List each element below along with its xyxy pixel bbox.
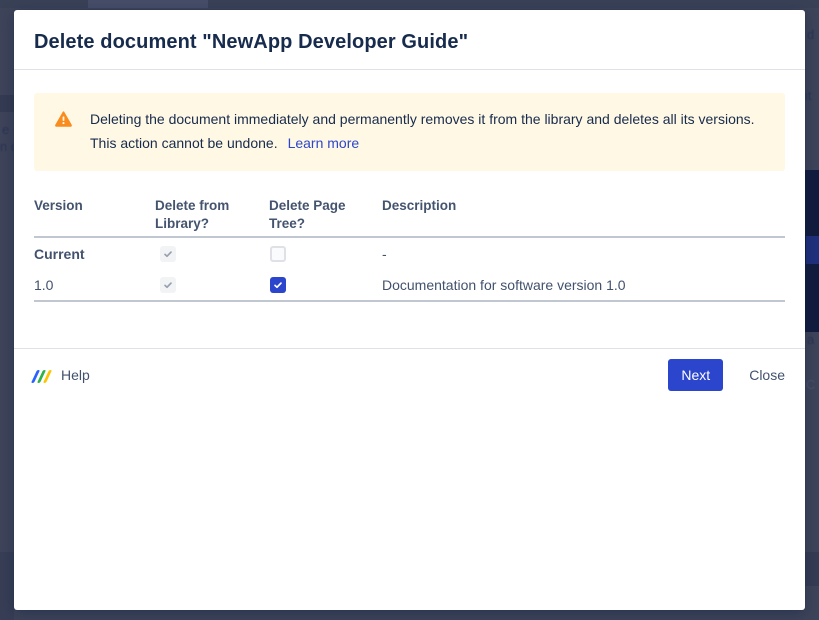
version-cell: 1.0: [34, 277, 155, 293]
description-cell: -: [382, 246, 785, 262]
table-body: Current - 1.0: [34, 238, 785, 302]
delete-from-library-checkbox: [160, 277, 176, 293]
help-link[interactable]: Help: [34, 367, 90, 383]
backdrop-left-bottom-block: [0, 552, 14, 620]
column-header-delete-from-library: Delete from Library?: [155, 197, 269, 233]
warning-banner: Deleting the document immediately and pe…: [34, 93, 785, 171]
occluded-text-fragment: d: [807, 28, 819, 41]
backdrop-left-block: [0, 95, 14, 112]
column-header-description: Description: [382, 197, 785, 233]
occluded-text-fragment: e: [2, 123, 14, 136]
footer-actions: Next Close: [668, 359, 785, 391]
learn-more-link[interactable]: Learn more: [288, 135, 360, 151]
delete-page-tree-cell: [269, 277, 382, 293]
delete-document-dialog: Delete document "NewApp Developer Guide"…: [14, 10, 805, 610]
backdrop-sidebar-accent: [806, 236, 819, 264]
close-button[interactable]: Close: [749, 367, 785, 383]
delete-from-library-cell: [155, 246, 269, 262]
versions-table: Version Delete from Library? Delete Page…: [34, 197, 785, 302]
next-button[interactable]: Next: [668, 359, 723, 391]
occluded-text-fragment: a: [807, 333, 819, 346]
k15t-logo-icon: [34, 368, 56, 383]
occluded-text-fragment: n o: [0, 140, 14, 153]
warning-message: Deleting the document immediately and pe…: [90, 111, 755, 151]
check-icon: [273, 280, 283, 290]
version-cell: Current: [34, 246, 155, 262]
table-row: 1.0 Documentation for software version 1…: [34, 269, 785, 300]
delete-page-tree-cell: [269, 246, 382, 262]
check-icon: [163, 280, 173, 290]
help-label: Help: [61, 367, 90, 383]
delete-page-tree-checkbox[interactable]: [270, 246, 286, 262]
delete-from-library-checkbox: [160, 246, 176, 262]
backdrop-right-bottom-block: [805, 552, 819, 586]
backdrop-top-highlight: [88, 0, 208, 8]
delete-from-library-cell: [155, 277, 269, 293]
dialog-body: Deleting the document immediately and pe…: [14, 93, 805, 302]
dialog-header: Delete document "NewApp Developer Guide": [14, 10, 805, 70]
table-row: Current -: [34, 238, 785, 269]
dialog-footer: Help Next Close: [14, 348, 805, 401]
description-cell: Documentation for software version 1.0: [382, 277, 785, 293]
column-header-delete-page-tree: Delete Page Tree?: [269, 197, 382, 233]
dialog-title: Delete document "NewApp Developer Guide": [34, 31, 468, 54]
occluded-text-fragment: it: [805, 89, 819, 102]
warning-triangle-icon: [55, 111, 72, 127]
warning-text: Deleting the document immediately and pe…: [90, 107, 765, 155]
check-icon: [163, 249, 173, 259]
delete-page-tree-checkbox[interactable]: [270, 277, 286, 293]
table-header-row: Version Delete from Library? Delete Page…: [34, 197, 785, 238]
occluded-text-fragment: C: [806, 378, 819, 391]
column-header-version: Version: [34, 197, 155, 233]
